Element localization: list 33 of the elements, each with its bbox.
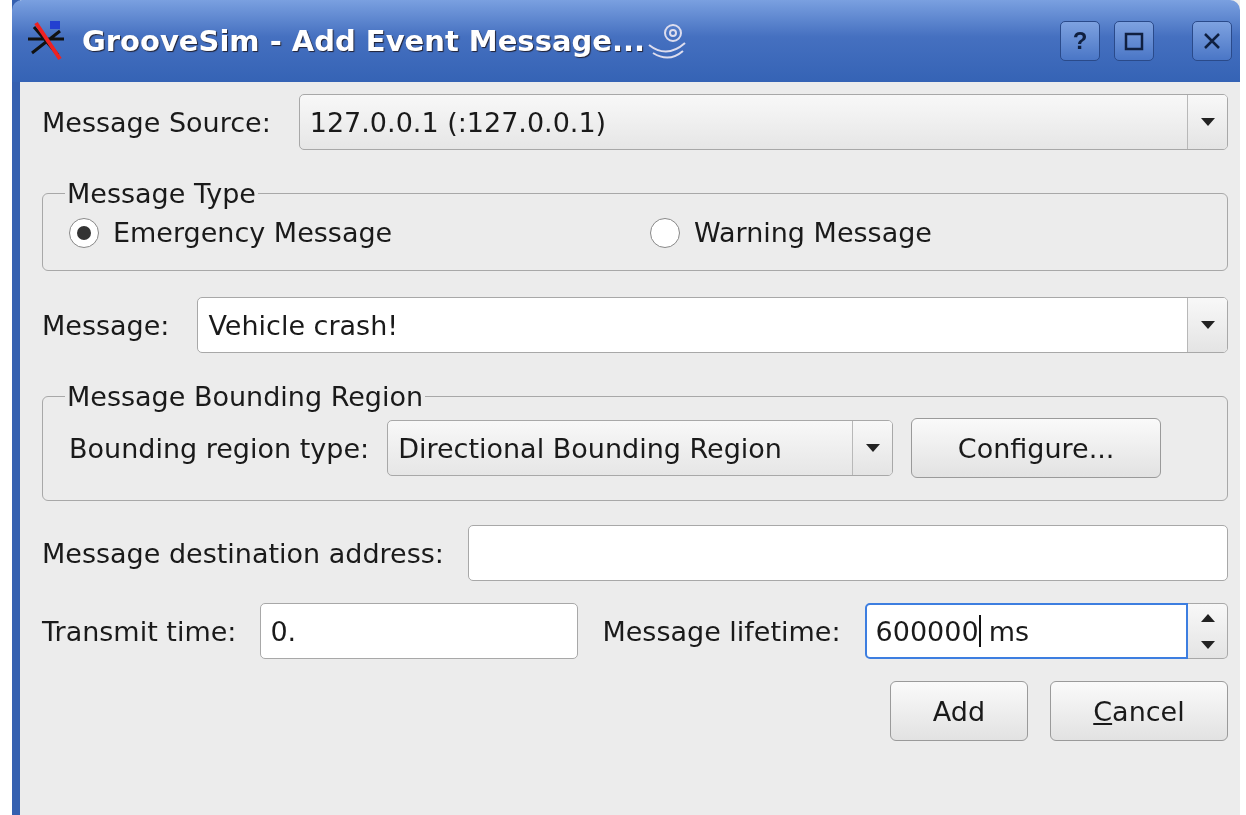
radio-button[interactable]: [650, 217, 680, 248]
window-title: GrooveSim - Add Event Message...: [82, 24, 645, 58]
configure-button[interactable]: Configure...: [911, 418, 1162, 478]
radio-label: Emergency Message: [113, 217, 393, 248]
field-label: Message:: [42, 309, 170, 341]
field-label: Bounding region type:: [69, 432, 370, 464]
group-title: Message Bounding Region: [66, 381, 425, 412]
region-type-dropdown[interactable]: Directional Bounding Region: [387, 420, 894, 476]
field-label: Transmit time:: [42, 615, 237, 647]
field-label: Message lifetime:: [602, 615, 841, 647]
maximize-icon: [1124, 31, 1144, 51]
close-button[interactable]: [1192, 21, 1232, 61]
lifetime-spinbox[interactable]: 600000 ms: [864, 603, 1188, 659]
help-button[interactable]: ?: [1060, 21, 1100, 61]
down-arrow-icon: [1200, 640, 1215, 649]
transmit-time-input[interactable]: 0.: [260, 603, 579, 659]
source-dropdown[interactable]: 127.0.0.1 (:127.0.0.1): [298, 94, 1228, 150]
dropdown-arrow-icon: [865, 444, 880, 452]
dropdown-arrow-icon: [1200, 118, 1215, 126]
radio-label: Warning Message: [694, 217, 932, 248]
maximize-button[interactable]: [1114, 21, 1154, 61]
up-arrow-icon: [1200, 613, 1215, 622]
dropdown-arrow-icon: [1200, 321, 1215, 329]
cancel-button[interactable]: Cancel: [1050, 681, 1228, 741]
field-label: Message destination address:: [42, 537, 444, 569]
spin-buttons[interactable]: [1188, 603, 1228, 659]
add-button[interactable]: Add: [890, 681, 1028, 741]
radio-button[interactable]: [69, 217, 99, 248]
close-icon: [1202, 31, 1222, 51]
group-title: Message Type: [66, 178, 257, 209]
message-combo-field[interactable]: Vehicle crash!: [197, 297, 1228, 353]
destination-input[interactable]: [467, 525, 1228, 581]
field-label: Message Source:: [42, 106, 271, 138]
